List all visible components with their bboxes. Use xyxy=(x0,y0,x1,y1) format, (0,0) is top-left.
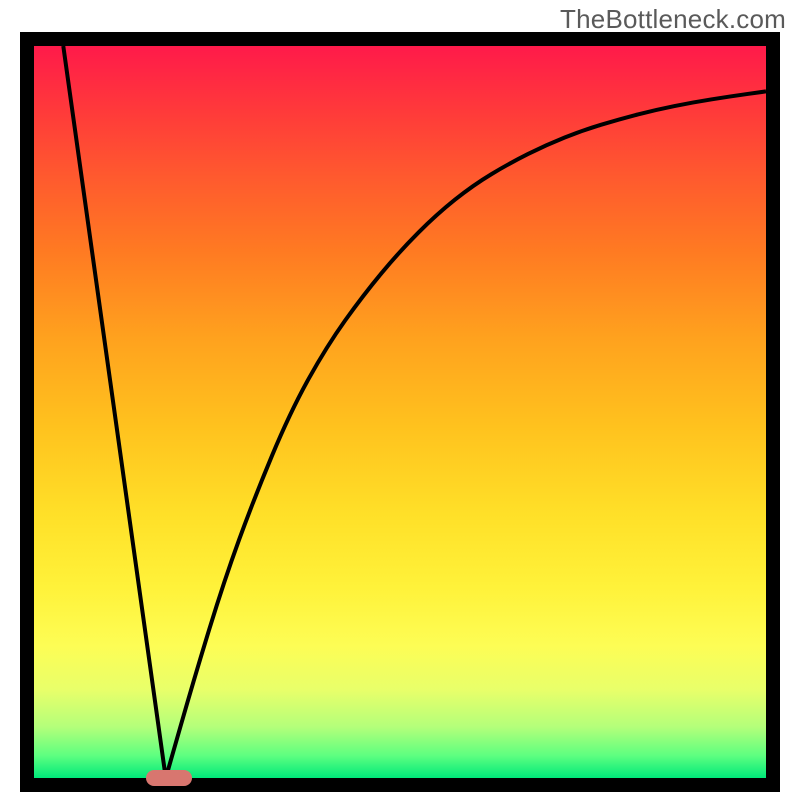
optimal-point-marker xyxy=(146,770,192,786)
bottleneck-curve xyxy=(34,46,766,778)
chart-frame xyxy=(20,32,780,792)
watermark-text: TheBottleneck.com xyxy=(560,4,786,35)
